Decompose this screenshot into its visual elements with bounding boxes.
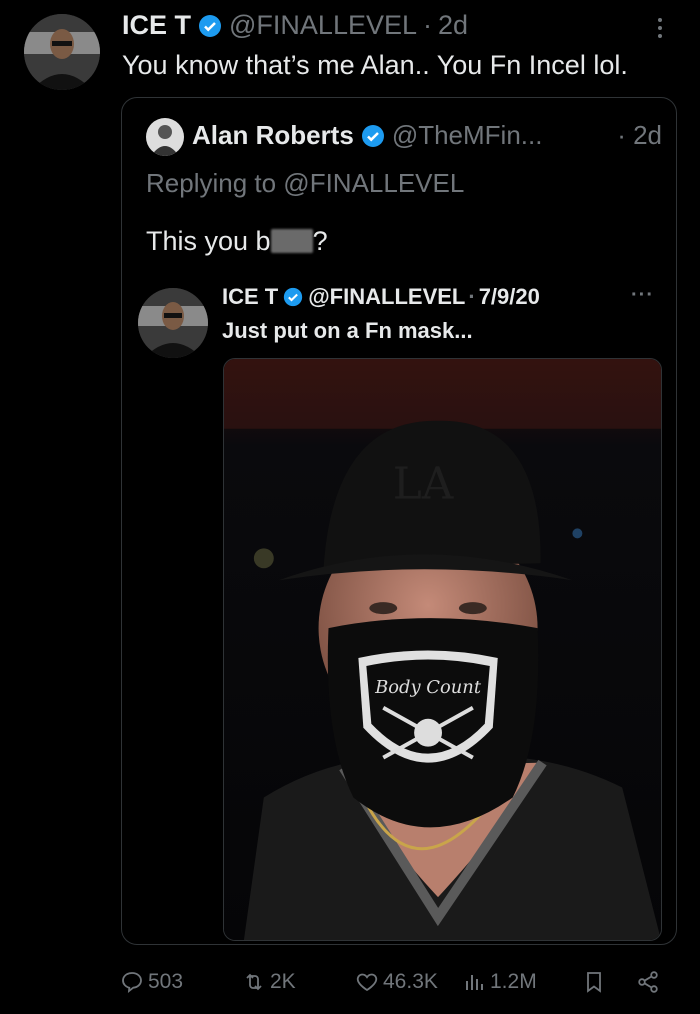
separator-dot: ·: [468, 284, 476, 309]
share-button[interactable]: [636, 962, 664, 1002]
like-button[interactable]: 46.3K: [355, 962, 438, 1002]
reply-icon: [122, 972, 142, 994]
views-count: 1.2M: [490, 970, 537, 993]
mask-text: Body Count: [374, 677, 482, 698]
quote-text: This you b?: [146, 226, 328, 256]
views-button[interactable]: 1.2M: [462, 962, 537, 1002]
nested-author-handle[interactable]: @FINALLEVEL: [308, 284, 465, 310]
tweet-time[interactable]: 2d: [438, 10, 468, 41]
quote-header: Alan Roberts @TheMFin... · 2d: [192, 120, 662, 151]
bookmark-button[interactable]: [582, 962, 610, 1002]
nested-text: Just put on a Fn mask...: [222, 318, 473, 343]
verified-badge-icon: [361, 124, 385, 148]
heart-icon: [356, 973, 378, 992]
tweet-photo[interactable]: LA Body Count: [223, 358, 662, 941]
reply-count: 503: [148, 970, 184, 993]
quote-author-name[interactable]: Alan Roberts: [192, 120, 354, 151]
quote-time[interactable]: · 2d: [617, 120, 662, 151]
nested-date[interactable]: 7/9/20: [479, 284, 540, 310]
tweet-header: ICE T @FINALLEVEL · 2d: [122, 10, 468, 41]
action-bar: 503 2K 46.3K 1.2M: [0, 962, 700, 1002]
like-count: 46.3K: [383, 970, 438, 993]
replying-to[interactable]: Replying to @FINALLEVEL: [146, 168, 464, 199]
separator-dot: ·: [423, 10, 433, 40]
bookmark-icon: [587, 972, 601, 993]
author-name[interactable]: ICE T: [122, 10, 191, 41]
quote-author-avatar[interactable]: [146, 118, 184, 156]
analytics-icon: [466, 975, 483, 990]
quote-author-handle[interactable]: @TheMFin...: [392, 120, 543, 151]
nested-header: ICE T @FINALLEVEL · 7/9/20: [222, 284, 540, 310]
verified-badge-icon: [198, 14, 222, 38]
censored-word: [270, 229, 313, 253]
repost-button[interactable]: 2K: [242, 962, 296, 1002]
repost-icon: [246, 973, 262, 991]
repost-count: 2K: [270, 970, 296, 993]
more-options-icon[interactable]: [650, 14, 670, 44]
author-handle[interactable]: @FINALLEVEL: [229, 10, 417, 41]
svg-text:LA: LA: [393, 458, 455, 509]
nested-more-icon[interactable]: ···: [631, 284, 654, 307]
reply-button[interactable]: 503: [120, 962, 183, 1002]
share-icon: [638, 971, 658, 993]
nested-author-avatar[interactable]: [138, 288, 208, 358]
author-avatar[interactable]: [24, 14, 100, 90]
verified-badge-icon: [283, 287, 303, 307]
quoted-tweet[interactable]: Alan Roberts @TheMFin... · 2d Replying t…: [121, 97, 677, 945]
tweet-text: You know that’s me Alan.. You Fn Incel l…: [122, 50, 628, 80]
nested-author-name[interactable]: ICE T: [222, 284, 278, 310]
